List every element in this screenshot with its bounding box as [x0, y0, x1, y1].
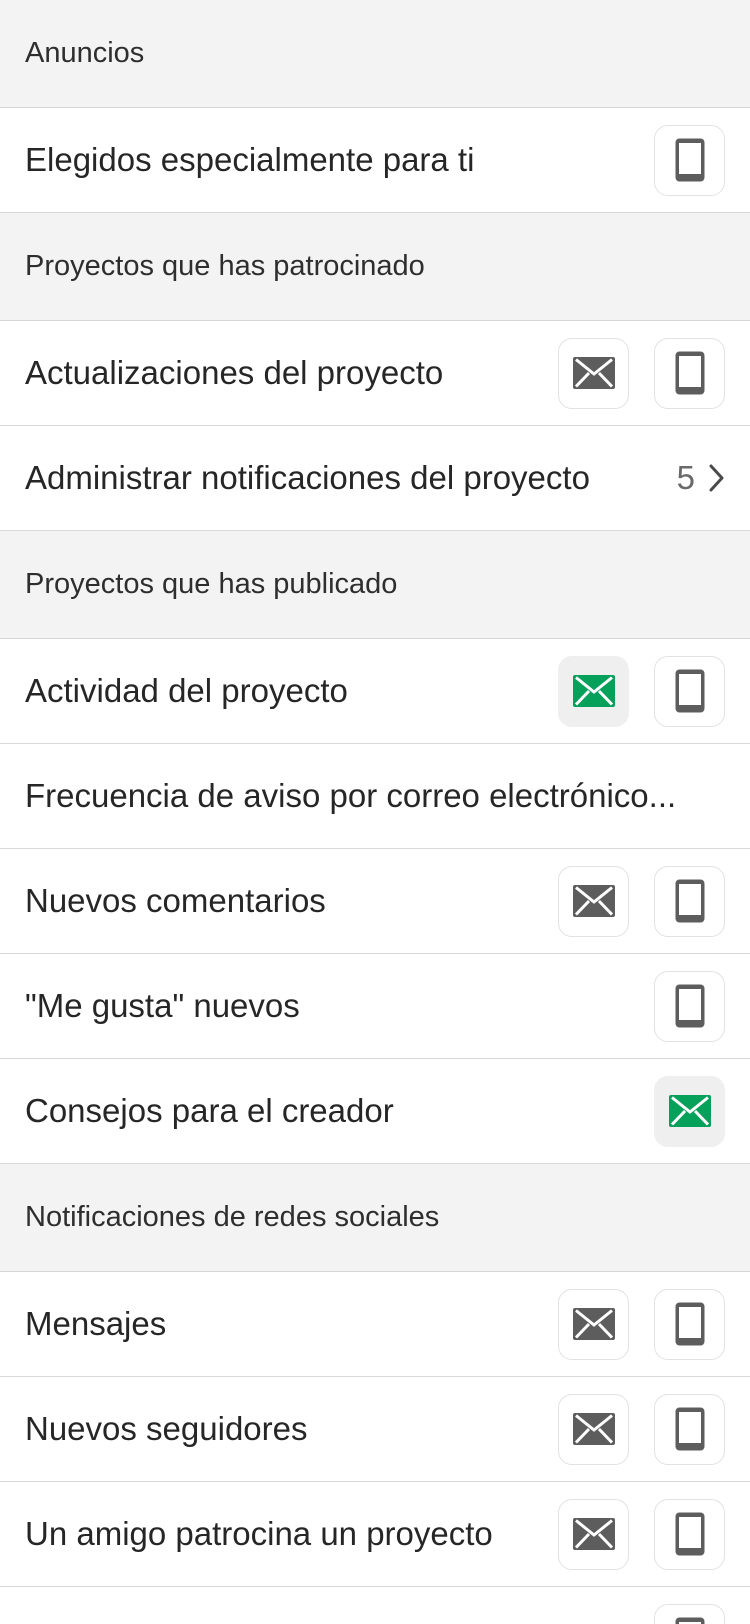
row-label: Nuevos seguidores: [25, 1410, 308, 1447]
envelope-icon: [572, 675, 615, 707]
row-label: Frecuencia de aviso por correo electróni…: [25, 777, 677, 814]
row-label: Administrar notificaciones del proyecto: [25, 459, 590, 496]
push-toggle[interactable]: [654, 337, 725, 409]
project-count: 5: [676, 459, 695, 496]
row-label: Elegidos especialmente para ti: [25, 141, 475, 178]
envelope-icon: [572, 1518, 615, 1550]
phone-icon: [674, 1301, 706, 1347]
phone-icon: [674, 1616, 706, 1624]
notification-settings-screen: Anuncios Elegidos especialmente para ti …: [0, 0, 750, 1624]
row-frecuencia[interactable]: Frecuencia de aviso por correo electróni…: [0, 744, 750, 849]
push-toggle[interactable]: [654, 655, 725, 727]
push-toggle[interactable]: [654, 865, 725, 937]
email-toggle[interactable]: [558, 655, 629, 727]
row-megusta: "Me gusta" nuevos: [0, 954, 750, 1059]
push-toggle[interactable]: [654, 1288, 725, 1360]
push-toggle[interactable]: [654, 1603, 725, 1624]
phone-icon: [674, 1511, 706, 1557]
row-comentarios: Nuevos comentarios: [0, 849, 750, 954]
row-seguidores: Nuevos seguidores: [0, 1377, 750, 1482]
row-actividad: Actividad del proyecto: [0, 639, 750, 744]
push-toggle[interactable]: [654, 1498, 725, 1570]
envelope-icon: [572, 1413, 615, 1445]
row-label: Nuevos comentarios: [25, 882, 326, 919]
row-elegidos: Elegidos especialmente para ti: [0, 108, 750, 213]
row-label: Mensajes: [25, 1305, 167, 1342]
chevron-right-icon: [709, 464, 725, 492]
push-toggle[interactable]: [654, 124, 725, 196]
email-toggle[interactable]: [558, 337, 629, 409]
section-header-publicado: Proyectos que has publicado: [0, 531, 750, 639]
email-toggle[interactable]: [558, 1288, 629, 1360]
section-title: Proyectos que has publicado: [25, 568, 398, 600]
section-title: Proyectos que has patrocinado: [25, 250, 425, 282]
section-header-anuncios: Anuncios: [0, 0, 750, 108]
row-mensajes: Mensajes: [0, 1272, 750, 1377]
section-title: Anuncios: [25, 37, 145, 69]
row-label: Actividad del proyecto: [25, 672, 348, 709]
row-label: Consejos para el creador: [25, 1092, 394, 1129]
phone-icon: [674, 137, 706, 183]
email-toggle[interactable]: [654, 1075, 725, 1147]
section-header-sociales: Notificaciones de redes sociales: [0, 1164, 750, 1272]
phone-icon: [674, 878, 706, 924]
row-label: Un amigo patrocina un proyecto: [25, 1515, 493, 1552]
phone-icon: [674, 1406, 706, 1452]
email-toggle[interactable]: [558, 1393, 629, 1465]
row-administrar[interactable]: Administrar notificaciones del proyecto …: [0, 426, 750, 531]
push-toggle[interactable]: [654, 1393, 725, 1465]
email-toggle[interactable]: [558, 865, 629, 937]
phone-icon: [674, 668, 706, 714]
envelope-icon: [572, 885, 615, 917]
phone-icon: [674, 350, 706, 396]
section-title: Notificaciones de redes sociales: [25, 1201, 440, 1233]
envelope-icon: [668, 1095, 711, 1127]
push-toggle[interactable]: [654, 970, 725, 1042]
section-header-patrocinado: Proyectos que has patrocinado: [0, 213, 750, 321]
row-label: Actualizaciones del proyecto: [25, 354, 444, 391]
row-label: "Me gusta" nuevos: [25, 987, 300, 1024]
email-toggle[interactable]: [558, 1498, 629, 1570]
row-amigo: Un amigo patrocina un proyecto: [0, 1482, 750, 1587]
row-actualizaciones: Actualizaciones del proyecto: [0, 321, 750, 426]
envelope-icon: [572, 357, 615, 389]
row-partial: [0, 1587, 750, 1624]
envelope-icon: [572, 1308, 615, 1340]
phone-icon: [674, 983, 706, 1029]
row-consejos: Consejos para el creador: [0, 1059, 750, 1164]
